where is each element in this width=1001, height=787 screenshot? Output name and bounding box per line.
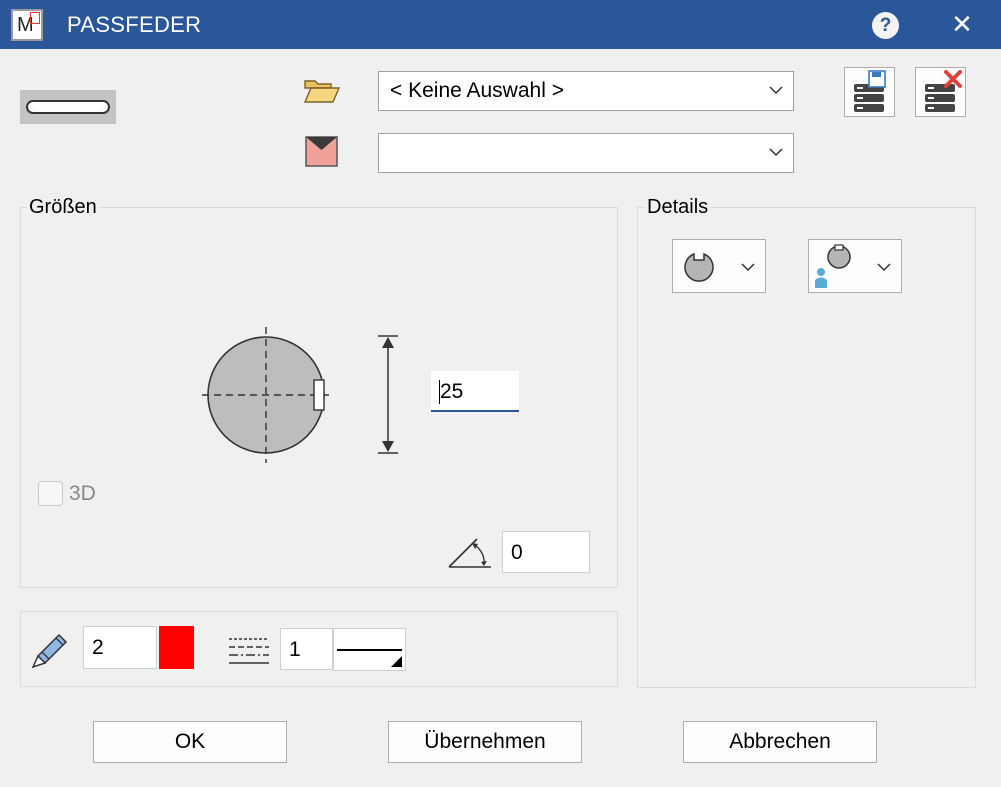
app-icon: M [11, 9, 43, 41]
window-title: PASSFEDER [67, 12, 202, 37]
apply-button-label: Übernehmen [424, 730, 546, 753]
selection-value: < Keine Auswahl > [390, 79, 564, 102]
detail-user-dropdown[interactable] [808, 239, 902, 293]
folder-open-icon [303, 78, 341, 104]
delete-from-database-button[interactable] [915, 67, 966, 117]
detail-slot-dropdown[interactable] [672, 239, 766, 293]
app-icon-tag [30, 12, 40, 24]
pen-width-input[interactable]: 2 [83, 626, 157, 669]
angle-value: 0 [511, 541, 523, 564]
database-delete-icon [925, 70, 962, 112]
diameter-input[interactable]: 25 [431, 371, 519, 412]
save-to-database-button[interactable] [844, 67, 895, 117]
angle-input[interactable]: 0 [502, 531, 590, 573]
linetype-preview-icon [337, 649, 402, 667]
linetype-value: 1 [289, 638, 301, 661]
cancel-button-label: Abbrechen [729, 730, 831, 753]
checkbox-3d-label: 3D [69, 482, 96, 505]
chevron-down-icon [769, 148, 783, 157]
keyway-user-icon [815, 244, 851, 288]
help-button[interactable]: ? [872, 12, 899, 39]
checkbox-3d[interactable] [38, 481, 63, 506]
details-group-label: Details [645, 196, 711, 219]
keyway-shape-icon[interactable] [20, 90, 116, 124]
angle-icon [447, 535, 493, 569]
chevron-down-icon [741, 263, 755, 272]
pen-color-swatch[interactable] [159, 626, 194, 669]
pencil-icon [29, 628, 71, 670]
diameter-value: 25 [440, 380, 464, 403]
envelope-icon [305, 136, 338, 167]
pen-width-value: 2 [92, 636, 104, 659]
sizes-group-label: Größen [27, 196, 99, 219]
shaft-diagram [200, 325, 340, 465]
diameter-dimension-icon [376, 334, 400, 456]
chevron-down-icon [877, 263, 891, 272]
linetype-input[interactable]: 1 [280, 628, 333, 670]
database-save-icon [854, 70, 886, 112]
selection-combobox[interactable]: < Keine Auswahl > [378, 71, 794, 111]
chevron-down-icon [769, 86, 783, 95]
cancel-button[interactable]: Abbrechen [683, 721, 877, 763]
linetype-icon [228, 636, 270, 666]
ok-button[interactable]: OK [93, 721, 287, 763]
ok-button-label: OK [174, 730, 206, 753]
close-button[interactable]: ✕ [948, 10, 976, 38]
keyway-slot-icon [684, 252, 714, 282]
apply-button[interactable]: Übernehmen [388, 721, 582, 763]
secondary-combobox[interactable] [378, 133, 794, 173]
linetype-picker[interactable] [333, 628, 406, 671]
